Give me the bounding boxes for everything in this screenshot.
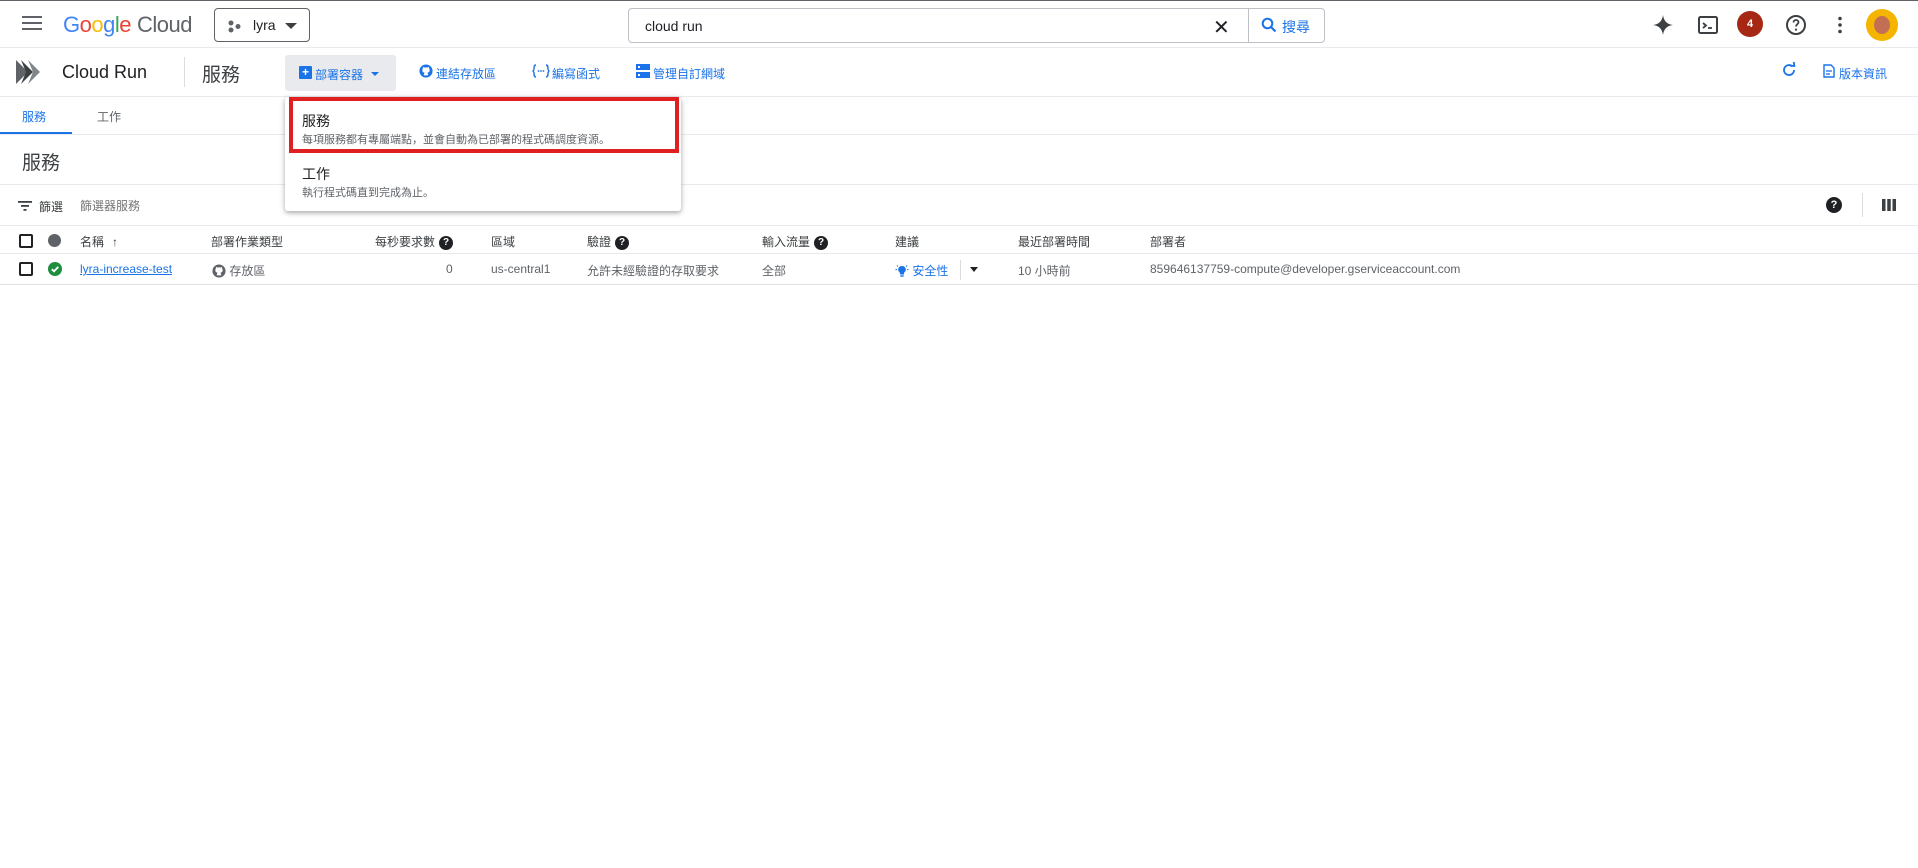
help-icon[interactable]: ? — [615, 235, 630, 250]
deploy-container-button[interactable]: + 部署容器 — [285, 55, 396, 91]
search-input[interactable] — [643, 15, 1087, 37]
google-cloud-logo[interactable]: Google Cloud — [63, 12, 192, 38]
column-header-deploy-type[interactable]: 部署作業類型 — [211, 233, 283, 250]
auth-cell: 允許未經驗證的存取要求 — [587, 264, 720, 278]
region-cell: us-central1 — [491, 262, 551, 276]
github-icon — [419, 64, 433, 78]
project-icon — [228, 20, 241, 33]
help-icon[interactable]: ? — [814, 235, 829, 250]
project-picker[interactable]: lyra — [214, 8, 310, 42]
rps-cell: 0 — [446, 262, 453, 276]
project-name: lyra — [253, 17, 276, 33]
menu-item-job[interactable]: 工作 執行程式碼直到完成為止。 — [285, 155, 681, 207]
row-checkbox[interactable] — [19, 262, 33, 276]
filter-icon[interactable] — [18, 201, 32, 211]
column-header-rps[interactable]: 每秒要求數? — [375, 233, 454, 250]
cloud-shell-icon[interactable] — [1696, 13, 1720, 37]
help-icon[interactable] — [1784, 13, 1808, 37]
menu-item-title: 服務 — [302, 113, 330, 129]
column-header-deployer[interactable]: 部署者 — [1150, 233, 1186, 250]
github-icon — [212, 264, 226, 278]
search-bar: ✕ 搜尋 — [628, 8, 1325, 43]
page-title: 服務 — [202, 65, 241, 86]
menu-item-description: 每項服務都有專屬端點，並會自動為已部署的程式碼調度資源。 — [302, 134, 610, 146]
clear-icon[interactable]: ✕ — [1213, 15, 1230, 40]
top-app-bar: GoogleCloud lyra ✕ 搜尋 4 — [0, 0, 1918, 48]
section-title: 服務 — [22, 153, 61, 174]
column-header-auth[interactable]: 驗證? — [587, 233, 630, 250]
search-button[interactable]: 搜尋 — [1248, 9, 1325, 42]
deploy-container-menu: 服務 每項服務都有專屬端點，並會自動為已部署的程式碼調度資源。 工作 執行程式碼… — [285, 97, 681, 211]
table-header: 名稱 ↑ 部署作業類型 每秒要求數? 區域 驗證? 輸入流量? 建議 最近部署時間… — [0, 226, 1918, 254]
release-notes-icon — [1823, 64, 1835, 78]
tab-jobs[interactable]: 工作 — [97, 108, 121, 125]
deploy-type-cell: 存放區 — [212, 262, 265, 279]
column-header-region[interactable]: 區域 — [491, 233, 515, 250]
plus-icon: + — [299, 66, 312, 79]
deployer-cell: 859646137759-compute@developer.gservicea… — [1150, 262, 1461, 276]
divider — [184, 57, 185, 87]
service-name-link[interactable]: lyra-increase-test — [80, 262, 172, 276]
table-row: lyra-increase-test 存放區 0 us-central1 允許未… — [0, 254, 1918, 285]
more-vert-icon[interactable] — [1828, 13, 1852, 37]
check-circle-icon — [48, 262, 62, 276]
divider — [1862, 193, 1863, 217]
help-icon[interactable]: ? — [439, 235, 454, 250]
chevron-down-icon — [371, 72, 379, 76]
columns-icon[interactable] — [1882, 199, 1896, 211]
tab-services[interactable]: 服務 — [22, 108, 46, 125]
recommendation-chip[interactable]: 安全性 — [895, 262, 948, 279]
menu-item-title: 工作 — [302, 166, 330, 182]
sort-arrow-up-icon: ↑ — [112, 235, 119, 249]
column-header-name[interactable]: 名稱 ↑ — [80, 233, 118, 250]
avatar[interactable] — [1866, 9, 1898, 41]
last-deployed-cell: 10 小時前 — [1018, 264, 1071, 278]
column-header-recommendation[interactable]: 建議 — [895, 233, 919, 250]
product-header: Cloud Run 服務 + 部署容器 連結存放區 編寫函式 管理自訂網域 版本… — [0, 48, 1918, 97]
gemini-icon[interactable] — [1651, 13, 1675, 37]
select-all-checkbox[interactable] — [19, 234, 33, 248]
filter-label: 篩選 — [39, 200, 64, 214]
ingress-cell: 全部 — [762, 264, 787, 278]
chevron-down-icon — [285, 23, 297, 29]
cloud-run-logo-icon — [16, 60, 40, 84]
divider — [960, 260, 961, 280]
column-header-ingress[interactable]: 輸入流量? — [762, 233, 829, 250]
product-title: Cloud Run — [62, 62, 148, 82]
column-header-last-deployed[interactable]: 最近部署時間 — [1018, 233, 1090, 250]
lightbulb-icon — [895, 265, 909, 277]
help-icon[interactable]: ? — [1826, 197, 1842, 213]
menu-icon[interactable] — [22, 16, 42, 32]
chevron-down-icon[interactable] — [970, 267, 978, 272]
search-icon — [1261, 17, 1277, 33]
status-column-icon — [48, 234, 61, 247]
refresh-icon[interactable] — [1781, 62, 1797, 78]
menu-item-description: 執行程式碼直到完成為止。 — [302, 187, 434, 199]
menu-item-service[interactable]: 服務 每項服務都有專屬端點，並會自動為已部署的程式碼調度資源。 — [285, 102, 681, 154]
notification-badge[interactable]: 4 — [1737, 11, 1763, 37]
code-icon — [532, 64, 550, 78]
domain-icon — [636, 64, 650, 78]
